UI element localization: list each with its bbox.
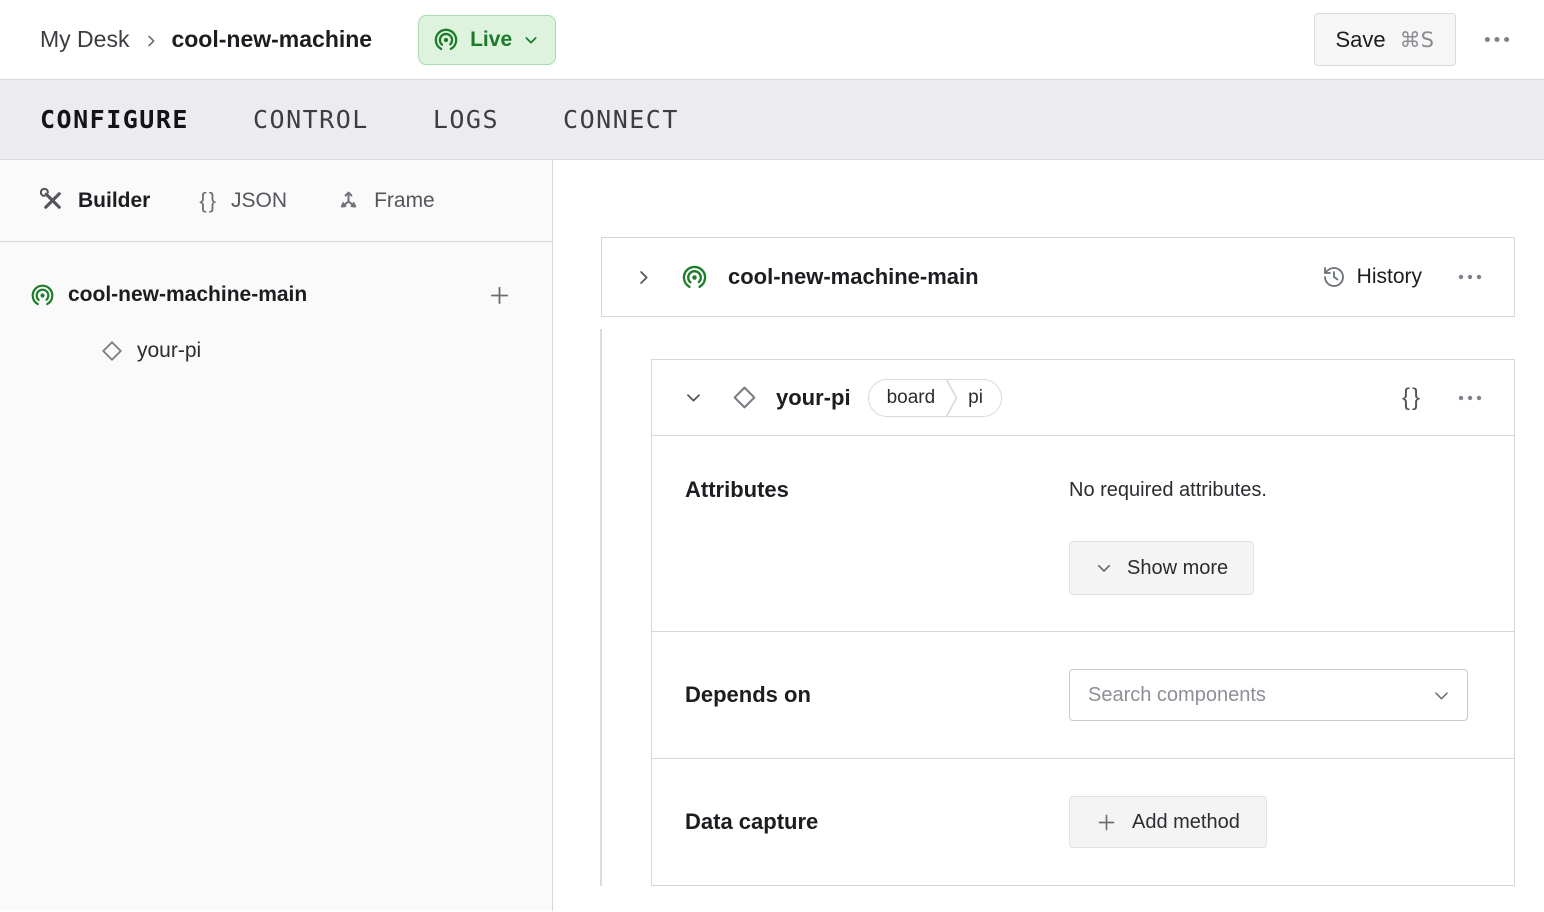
breadcrumb-parent-link[interactable]: My Desk <box>40 26 129 53</box>
configure-main-panel: cool-new-machine-main History your-pi bo… <box>553 160 1544 911</box>
component-diamond-icon <box>731 384 758 411</box>
plus-icon <box>1096 812 1117 833</box>
tree-item-component-label: your-pi <box>137 339 202 362</box>
badge-type-label: board <box>886 386 936 408</box>
add-method-label: Add method <box>1132 810 1240 833</box>
chevron-down-icon <box>684 388 703 407</box>
show-more-button[interactable]: Show more <box>1069 541 1255 595</box>
tab-logs[interactable]: LOGS <box>433 105 499 134</box>
view-json-label: JSON <box>231 188 288 212</box>
machine-tree: cool-new-machine-main your-pi <box>0 242 552 375</box>
badge-model-label: pi <box>968 386 983 408</box>
save-shortcut: ⌘S <box>1399 27 1434 52</box>
component-json-button[interactable]: {} <box>1402 384 1422 412</box>
ellipsis-icon <box>1484 36 1510 43</box>
attributes-label: Attributes <box>685 477 789 502</box>
component-title: your-pi <box>776 384 851 410</box>
history-label: History <box>1356 265 1422 288</box>
part-card: cool-new-machine-main History <box>601 237 1515 317</box>
breadcrumb: My Desk cool-new-machine <box>40 26 372 53</box>
machine-tab-bar: CONFIGURE CONTROL LOGS CONNECT <box>0 80 1544 160</box>
axes-icon <box>336 188 361 213</box>
breadcrumb-current: cool-new-machine <box>171 26 373 52</box>
tree-item-part[interactable]: cool-new-machine-main <box>0 271 552 319</box>
configure-sidebar: Builder {} JSON Frame cool-new-machine-m… <box>0 160 553 911</box>
attributes-empty-text: No required attributes. <box>1069 479 1267 501</box>
depends-on-search-input[interactable] <box>1088 683 1432 707</box>
chevron-down-icon <box>1095 559 1113 577</box>
braces-icon: {} <box>199 187 219 213</box>
show-more-label: Show more <box>1127 556 1229 579</box>
badge-divider-icon <box>945 378 958 417</box>
view-builder[interactable]: Builder <box>40 188 150 213</box>
data-capture-section: Data capture Add method <box>652 758 1514 885</box>
sidebar-view-switcher: Builder {} JSON Frame <box>0 160 552 242</box>
tab-connect[interactable]: CONNECT <box>563 105 679 134</box>
depends-on-select[interactable] <box>1069 669 1468 721</box>
part-card-menu-button[interactable] <box>1452 268 1488 286</box>
part-collapse-toggle[interactable] <box>628 262 659 293</box>
machine-part-icon <box>30 283 55 308</box>
tab-control[interactable]: CONTROL <box>253 105 369 134</box>
component-card-menu-button[interactable] <box>1452 389 1488 407</box>
save-button[interactable]: Save ⌘S <box>1313 13 1456 66</box>
ellipsis-icon <box>1458 395 1482 401</box>
chevron-down-icon <box>1432 686 1451 705</box>
chevron-down-icon <box>523 32 539 48</box>
view-frame[interactable]: Frame <box>336 188 435 213</box>
component-collapse-toggle[interactable] <box>678 382 709 413</box>
depends-on-section: Depends on <box>652 631 1514 758</box>
view-json[interactable]: {} JSON <box>199 188 287 214</box>
view-builder-label: Builder <box>78 188 151 212</box>
component-type-badge: board pi <box>867 378 1002 417</box>
attributes-section: Attributes No required attributes. Show … <box>652 436 1514 631</box>
top-header: My Desk cool-new-machine Live Save ⌘S <box>0 0 1544 80</box>
clock-history-icon <box>1322 265 1346 289</box>
header-overflow-menu-button[interactable] <box>1478 30 1516 49</box>
ellipsis-icon <box>1458 274 1482 280</box>
add-method-button[interactable]: Add method <box>1069 796 1267 848</box>
component-card-header: your-pi board pi {} <box>652 360 1514 436</box>
tree-item-component[interactable]: your-pi <box>0 327 552 375</box>
tree-item-part-label: cool-new-machine-main <box>68 283 308 306</box>
tree-rail <box>600 329 602 886</box>
live-status-label: Live <box>470 27 513 51</box>
view-frame-label: Frame <box>374 188 435 212</box>
content-area: Builder {} JSON Frame cool-new-machine-m… <box>0 160 1544 911</box>
component-diamond-icon <box>100 339 124 363</box>
chevron-right-icon <box>143 33 159 49</box>
add-component-button[interactable] <box>482 278 517 313</box>
live-status-dropdown[interactable]: Live <box>418 14 557 65</box>
depends-on-label: Depends on <box>685 682 811 707</box>
history-button[interactable]: History <box>1322 265 1422 289</box>
crossed-tools-icon <box>40 188 65 213</box>
broadcast-icon <box>433 27 459 53</box>
part-card-title: cool-new-machine-main <box>728 264 979 289</box>
save-label: Save <box>1335 26 1386 52</box>
plus-icon <box>488 284 511 307</box>
machine-part-icon <box>681 264 708 291</box>
chevron-right-icon <box>634 268 653 287</box>
component-card: your-pi board pi {} Attributes No requir… <box>651 359 1515 886</box>
tab-configure[interactable]: CONFIGURE <box>40 105 189 134</box>
data-capture-label: Data capture <box>685 809 819 834</box>
attributes-value-column: No required attributes. Show more <box>1069 476 1514 595</box>
